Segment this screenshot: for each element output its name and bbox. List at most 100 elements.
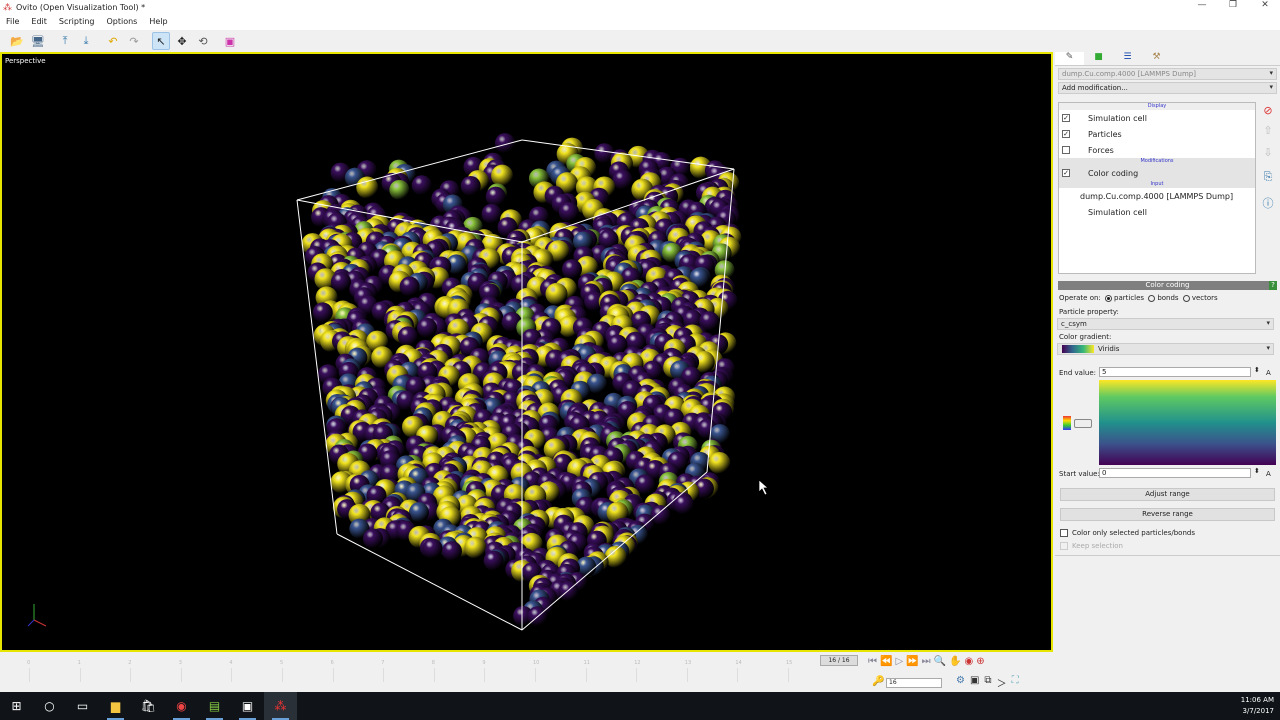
end-value-input[interactable]: 5 — [1099, 367, 1251, 377]
menu-options[interactable]: Options — [100, 15, 143, 30]
rotate-icon[interactable]: ⟲ — [194, 32, 212, 50]
playback-controls: ⏮ ⏪ ▷ ⏩ ⏭ 🔍 ✋ ◉ ⊕ — [868, 656, 985, 667]
maximize-viewport-icon[interactable]: ⧉ — [984, 675, 991, 690]
color-only-selected-checkbox[interactable] — [1060, 529, 1068, 537]
minimize-button[interactable]: — — [1187, 0, 1217, 15]
checkbox[interactable] — [1062, 146, 1070, 154]
timeline-tick — [585, 668, 587, 682]
start-icon[interactable]: ⊞ — [0, 692, 33, 720]
zoom-all-icon[interactable]: ▣ — [970, 675, 979, 690]
display-header: Display — [1059, 103, 1255, 110]
frame-indicator[interactable]: 16 / 16 — [820, 655, 858, 666]
animation-key-icon[interactable]: 🔑 — [872, 676, 884, 687]
orbit-icon[interactable]: ◉ — [965, 656, 974, 667]
pipeline-item[interactable]: ✓ Particles — [1059, 126, 1255, 142]
delete-modifier-icon[interactable]: ⊘ — [1260, 104, 1276, 117]
pan-hand-icon[interactable]: ✋ — [949, 656, 961, 667]
reverse-range-button[interactable]: Reverse range — [1060, 508, 1275, 521]
export-icon[interactable]: ⤓ — [77, 32, 95, 50]
export-legend-icon[interactable] — [1074, 419, 1092, 428]
timeline-tick-label: 3 — [178, 660, 182, 666]
window-title: Ovito (Open Visualization Tool) * — [16, 3, 146, 12]
jump-start-icon[interactable]: ⏮ — [868, 656, 877, 667]
particle — [460, 175, 481, 196]
radio-bonds[interactable] — [1148, 294, 1156, 302]
system-clock[interactable]: 11:06 AM 3/7/2017 — [1241, 695, 1274, 717]
file-explorer-icon[interactable]: ▆ — [99, 692, 132, 720]
terminal-icon[interactable]: ▣ — [231, 692, 264, 720]
adjust-range-button[interactable]: Adjust range — [1060, 488, 1275, 501]
color-coding-help-button[interactable]: ? — [1269, 281, 1277, 290]
checkbox[interactable]: ✓ — [1062, 114, 1070, 122]
start-value-input[interactable]: 0 — [1099, 468, 1251, 478]
search-icon[interactable]: ○ — [33, 692, 66, 720]
menu-help[interactable]: Help — [143, 15, 173, 30]
pipeline-item[interactable]: ✓ Color coding — [1059, 165, 1255, 181]
viewport-perspective[interactable]: Perspective — [0, 52, 1053, 652]
source-combo[interactable]: dump.Cu.comp.4000 [LAMMPS Dump] ▾ — [1058, 68, 1277, 80]
radio-particles[interactable] — [1105, 294, 1113, 302]
task-view-icon[interactable]: ▭ — [66, 692, 99, 720]
close-button[interactable]: ✕ — [1250, 0, 1280, 15]
current-frame-spinner[interactable]: 16 — [886, 678, 942, 688]
play-icon[interactable]: ▷ — [895, 656, 903, 667]
zoom-icon[interactable]: 🔍 — [934, 656, 946, 667]
notepad-icon[interactable]: ▤ — [198, 692, 231, 720]
zoom-extents-icon[interactable]: ⛶ — [1012, 675, 1019, 690]
viewport-controls: ⚙ ▣ ⧉ ＞ ⛶ — [956, 675, 1019, 690]
prev-frame-icon[interactable]: ⏪ — [880, 656, 892, 667]
checkbox[interactable]: ✓ — [1062, 169, 1070, 177]
add-modification-label: Add modification... — [1062, 84, 1128, 92]
fov-icon[interactable]: ＞ — [997, 675, 1007, 690]
radio-vectors[interactable] — [1182, 294, 1190, 302]
move-icon[interactable]: ✥ — [173, 32, 191, 50]
menu-edit[interactable]: Edit — [25, 15, 53, 30]
menu-file[interactable]: File — [0, 15, 25, 30]
particle — [558, 201, 579, 222]
pipeline-item[interactable]: Forces — [1059, 142, 1255, 158]
color-gradient-select[interactable]: Viridis ▾ — [1057, 343, 1274, 355]
menu-scripting[interactable]: Scripting — [53, 15, 101, 30]
pick-orbit-center-icon[interactable]: ⊕ — [976, 656, 984, 667]
radio-vectors-label: vectors — [1191, 294, 1218, 302]
jump-end-icon[interactable]: ⏭ — [922, 656, 931, 667]
import-icon[interactable]: ⤒ — [56, 32, 74, 50]
end-value-label: End value: — [1059, 369, 1097, 377]
selection-mode-icon[interactable]: ↖ — [152, 32, 170, 50]
help-icon[interactable]: ⓘ — [1260, 195, 1276, 211]
tab-layers[interactable]: ☰ — [1113, 52, 1142, 65]
add-modification-dropdown[interactable]: Add modification... ▾ — [1058, 82, 1277, 94]
keep-selection-checkbox[interactable] — [1060, 542, 1068, 550]
open-file-icon[interactable]: 📂 — [8, 32, 26, 50]
end-value-spinner[interactable]: ⬍ — [1254, 366, 1260, 374]
particle-property-select[interactable]: c_csym ▾ — [1057, 318, 1274, 330]
open-remote-icon[interactable]: 🖥 — [29, 32, 47, 50]
pipeline-editor[interactable]: Display ✓ Simulation cell ✓ Particles Forces… — [1058, 102, 1256, 274]
panel-divider — [1055, 555, 1280, 556]
redo-icon[interactable]: ↷ — [125, 32, 143, 50]
undo-icon[interactable]: ↶ — [104, 32, 122, 50]
tab-hammer[interactable]: ⚒ — [1142, 52, 1171, 65]
keep-selection-row: Keep selection — [1060, 542, 1123, 550]
mouse-cursor-icon — [758, 479, 769, 496]
color-legend-icon[interactable] — [1063, 416, 1071, 430]
pipeline-input-source[interactable]: dump.Cu.comp.4000 [LAMMPS Dump] — [1059, 188, 1255, 204]
animation-settings-icon[interactable]: ⚙ — [956, 675, 965, 690]
move-down-icon[interactable]: ⇩ — [1260, 146, 1276, 159]
maximize-button[interactable]: ❐ — [1218, 0, 1248, 15]
checkbox[interactable]: ✓ — [1062, 130, 1070, 138]
save-modifier-icon[interactable]: ⎘ — [1260, 170, 1276, 184]
pipeline-item[interactable]: ✓ Simulation cell — [1059, 110, 1255, 126]
start-value-spinner[interactable]: ⬍ — [1254, 467, 1260, 475]
ovito-taskbar-icon[interactable]: ⁂ — [264, 692, 297, 720]
next-frame-icon[interactable]: ⏩ — [906, 656, 918, 667]
source-combo-value: dump.Cu.comp.4000 [LAMMPS Dump] — [1062, 70, 1196, 78]
tab-pencil[interactable]: ✎ — [1055, 52, 1084, 65]
timeline-tick-label: 2 — [128, 660, 132, 666]
store-icon[interactable]: 🛍 — [132, 692, 165, 720]
chrome-icon[interactable]: ◉ — [165, 692, 198, 720]
tab-render-tab[interactable]: ■ — [1084, 52, 1113, 65]
render-icon[interactable]: ▣ — [221, 32, 239, 50]
move-up-icon[interactable]: ⇧ — [1260, 124, 1276, 137]
pipeline-input-cell[interactable]: Simulation cell — [1059, 204, 1255, 220]
